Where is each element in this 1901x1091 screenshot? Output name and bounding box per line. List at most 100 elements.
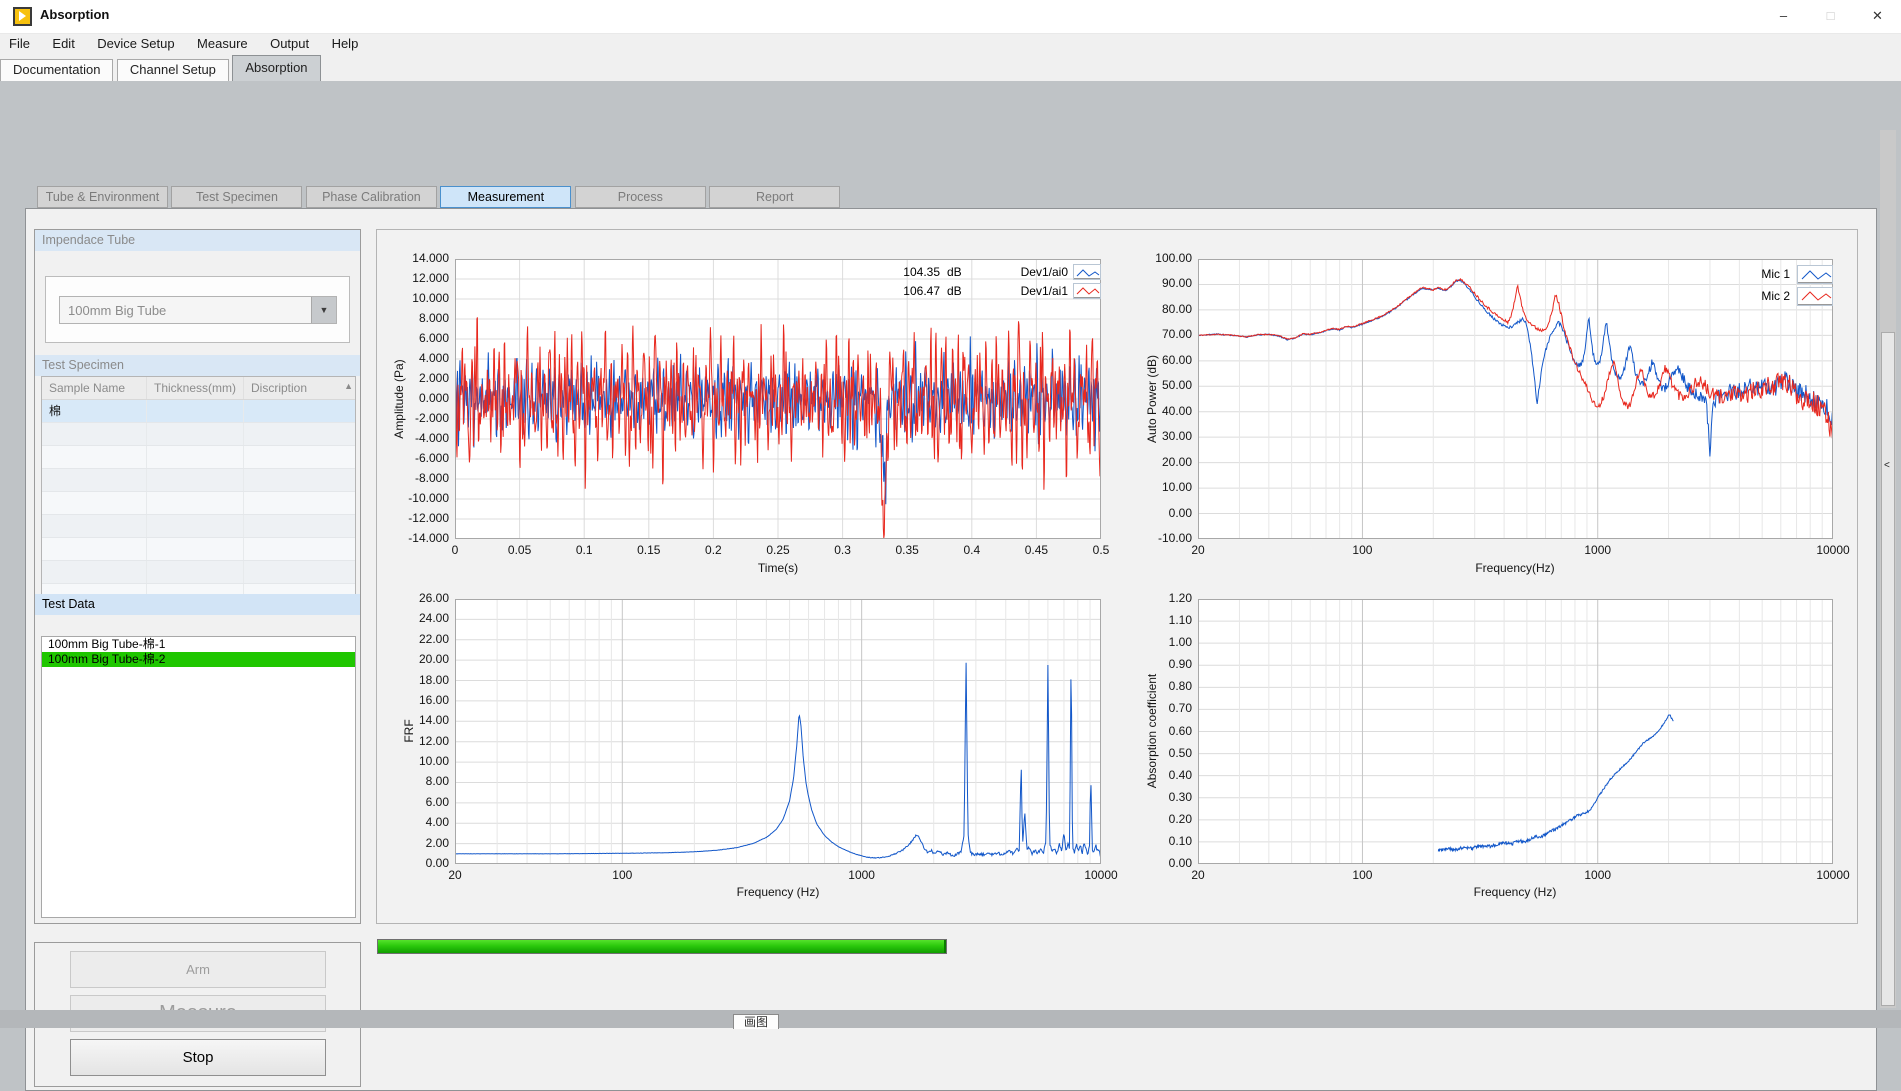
legend-line-icon-ai0[interactable] — [1073, 264, 1101, 280]
menu-file[interactable]: File — [0, 34, 39, 55]
y-axis-tick-label: 18.00 — [383, 673, 449, 687]
app-icon — [13, 7, 32, 26]
subtab-measurement[interactable]: Measurement — [440, 186, 571, 208]
y-axis-tick-label: 90.00 — [1126, 276, 1192, 290]
legend-label-dev1-ai0[interactable]: Dev1/ai0 — [998, 265, 1068, 279]
tab-channel-setup[interactable]: Channel Setup — [117, 59, 229, 81]
menu-measure[interactable]: Measure — [188, 34, 257, 55]
arm-button[interactable]: Arm — [70, 951, 326, 988]
impedance-tube-dropdown[interactable]: 100mm Big Tube ▼ — [59, 296, 337, 324]
x-axis-tick-label: 0.1 — [549, 543, 619, 557]
legend-line-icon-mic1[interactable] — [1797, 265, 1833, 284]
impedance-tube-value: 100mm Big Tube — [68, 303, 166, 318]
y-axis-tick-label: -8.000 — [383, 471, 449, 485]
subtab-test-specimen[interactable]: Test Specimen — [171, 186, 302, 208]
bottom-tab-draw[interactable]: 画图 — [733, 1014, 779, 1029]
menu-output[interactable]: Output — [261, 34, 318, 55]
subtab-tube-environment[interactable]: Tube & Environment — [37, 186, 168, 208]
legend-line-icon-mic2[interactable] — [1797, 287, 1833, 306]
y-axis-tick-label: 80.00 — [1126, 302, 1192, 316]
y-axis-tick-label: 16.00 — [383, 693, 449, 707]
x-axis-tick-label: 0.4 — [937, 543, 1007, 557]
table-row-empty[interactable] — [42, 469, 355, 492]
y-axis-tick-label: 26.00 — [383, 591, 449, 605]
test-data-list: 100mm Big Tube-棉-1 100mm Big Tube-棉-2 — [41, 636, 356, 918]
tab-absorption[interactable]: Absorption — [232, 55, 320, 81]
y-axis-tick-label: 10.00 — [383, 754, 449, 768]
workspace: Tube & Environment Test Specimen Phase C… — [0, 81, 1901, 1028]
scrollbar-thumb[interactable] — [1881, 332, 1895, 1006]
legend-label-mic2[interactable]: Mic 2 — [1718, 289, 1790, 303]
table-row-empty[interactable] — [42, 515, 355, 538]
list-item-selected[interactable]: 100mm Big Tube-棉-2 — [42, 652, 355, 667]
cell-thickness — [147, 400, 244, 422]
y-axis-tick-label: 0.50 — [1126, 746, 1192, 760]
title-bar: Absorption – □ ✕ — [0, 0, 1901, 34]
level-readout-ai1: 106.47 — [878, 284, 940, 298]
y-axis-tick-label: 0.80 — [1126, 679, 1192, 693]
tab-documentation[interactable]: Documentation — [0, 59, 113, 81]
column-header-sample-name[interactable]: Sample Name — [42, 377, 147, 399]
column-header-discription[interactable]: Discription — [244, 377, 342, 399]
y-axis-label-frf: FRF — [402, 719, 416, 742]
y-axis-tick-label: -6.000 — [383, 451, 449, 465]
y-axis-tick-label: 0.90 — [1126, 657, 1192, 671]
legend-label-mic1[interactable]: Mic 1 — [1718, 267, 1790, 281]
maximize-button[interactable]: □ — [1807, 0, 1854, 33]
cell-sample-name: 棉 — [42, 400, 147, 422]
collapse-panel-icon[interactable]: < — [1884, 460, 1890, 471]
subtab-process[interactable]: Process — [575, 186, 706, 208]
test-specimen-table: Sample Name Thickness(mm) Discription 棉 … — [41, 376, 356, 615]
level-readout-ai0: 104.35 — [878, 265, 940, 279]
x-axis-label-frequency-top: Frequency(Hz) — [1475, 561, 1554, 575]
table-cell-empty — [244, 538, 342, 560]
y-axis-tick-label: 8.00 — [383, 774, 449, 788]
x-axis-label-time: Time(s) — [758, 561, 798, 575]
legend-line-icon-ai1[interactable] — [1073, 283, 1101, 299]
x-axis-tick-label: 100 — [1327, 868, 1397, 882]
y-axis-tick-label: 0.00 — [1126, 506, 1192, 520]
table-row-empty[interactable] — [42, 538, 355, 561]
y-axis-tick-label: 60.00 — [1126, 353, 1192, 367]
measurement-progress-bar — [377, 939, 947, 954]
table-cell-empty — [244, 423, 342, 445]
x-axis-tick-label: 20 — [1163, 868, 1233, 882]
list-item[interactable]: 100mm Big Tube-棉-1 — [42, 637, 355, 652]
table-row[interactable]: 棉 — [42, 400, 355, 423]
y-axis-tick-label: 50.00 — [1126, 378, 1192, 392]
chevron-down-icon[interactable]: ▼ — [311, 297, 336, 323]
impedance-tube-group: 100mm Big Tube ▼ — [45, 276, 350, 343]
table-cell-empty — [42, 492, 147, 514]
y-axis-tick-label: 40.00 — [1126, 404, 1192, 418]
menu-device-setup[interactable]: Device Setup — [88, 34, 183, 55]
y-axis-tick-label: 10.000 — [383, 291, 449, 305]
y-axis-tick-label: 100.00 — [1126, 251, 1192, 265]
window-title: Absorption — [40, 7, 109, 22]
subtab-report[interactable]: Report — [709, 186, 840, 208]
y-axis-tick-label: -10.000 — [383, 491, 449, 505]
table-cell-empty — [147, 492, 244, 514]
scroll-up-icon[interactable]: ▲ — [344, 381, 353, 391]
y-axis-tick-label: 6.000 — [383, 331, 449, 345]
table-row-empty[interactable] — [42, 446, 355, 469]
y-axis-label-absorption: Absorption coefficient — [1145, 674, 1159, 789]
stop-button[interactable]: Stop — [70, 1039, 326, 1076]
menu-bar: File Edit Device Setup Measure Output He… — [0, 34, 1901, 56]
subtab-phase-calibration[interactable]: Phase Calibration — [306, 186, 437, 208]
minimize-button[interactable]: – — [1760, 0, 1807, 33]
table-row-empty[interactable] — [42, 423, 355, 446]
column-header-thickness[interactable]: Thickness(mm) — [147, 377, 244, 399]
y-axis-tick-label: 0.70 — [1126, 701, 1192, 715]
close-button[interactable]: ✕ — [1854, 0, 1901, 33]
menu-help[interactable]: Help — [323, 34, 368, 55]
y-axis-tick-label: 0.20 — [1126, 812, 1192, 826]
progress-fill — [378, 940, 946, 953]
table-row-empty[interactable] — [42, 492, 355, 515]
menu-edit[interactable]: Edit — [43, 34, 83, 55]
legend-label-dev1-ai1[interactable]: Dev1/ai1 — [998, 284, 1068, 298]
table-row-empty[interactable] — [42, 561, 355, 584]
vertical-scrollbar[interactable]: < — [1880, 130, 1896, 1008]
x-axis-tick-label: 0 — [420, 543, 490, 557]
x-axis-tick-label: 10000 — [1798, 868, 1868, 882]
table-cell-empty — [244, 492, 342, 514]
